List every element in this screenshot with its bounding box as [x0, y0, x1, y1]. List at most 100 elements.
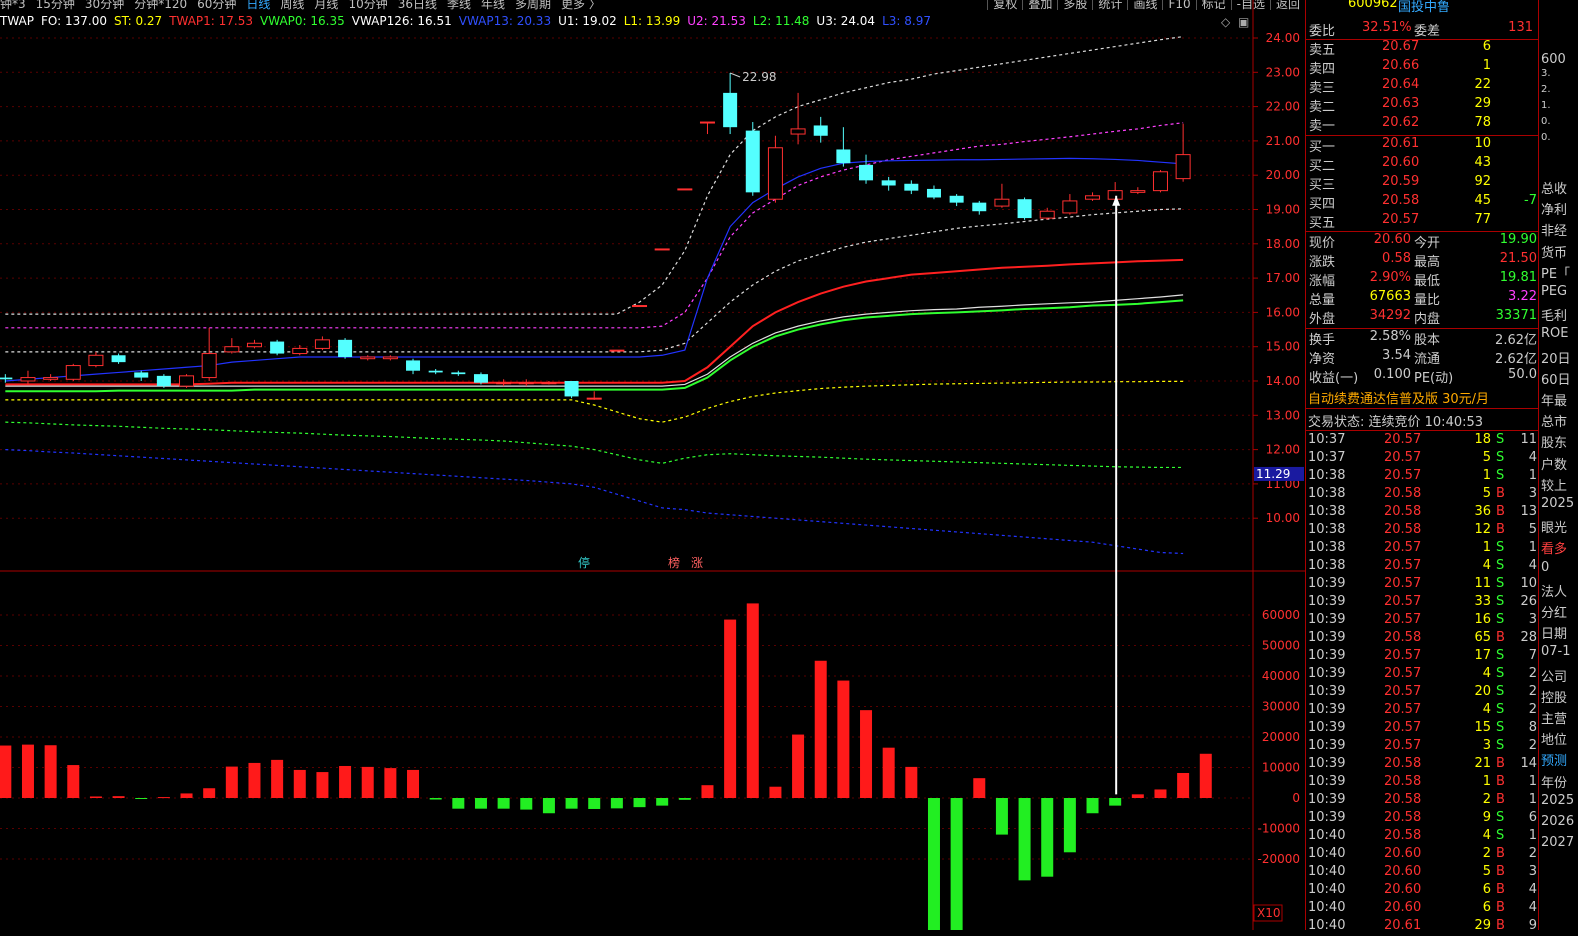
volume-bar[interactable]	[792, 734, 805, 798]
candle[interactable]	[677, 188, 693, 191]
volume-bar[interactable]	[1109, 798, 1122, 806]
tick-row[interactable]: 10:39 20.58 65 B 28	[1306, 630, 1539, 648]
buy-level[interactable]: 买五 20.57 77	[1306, 212, 1539, 231]
tick-row[interactable]: 10:38 20.58 12 B 5	[1306, 522, 1539, 540]
f10-item[interactable]: 主营	[1541, 708, 1567, 727]
volume-bar[interactable]	[1063, 798, 1076, 853]
f10-item[interactable]: 法人	[1541, 581, 1567, 600]
volume-bar[interactable]	[248, 762, 261, 798]
candle[interactable]	[270, 339, 285, 356]
volume-bar[interactable]	[271, 759, 284, 798]
volume-bar[interactable]	[497, 798, 510, 809]
f10-item[interactable]: PEG	[1541, 284, 1567, 299]
volume-bar[interactable]	[724, 619, 737, 798]
candle[interactable]	[699, 121, 715, 135]
tick-row[interactable]: 10:40 20.60 6 B 4	[1306, 882, 1539, 900]
candle[interactable]	[224, 338, 240, 354]
volume-bar[interactable]	[837, 680, 850, 798]
volume-bar[interactable]	[950, 798, 963, 930]
tick-row[interactable]: 10:39 20.57 4 S 2	[1306, 666, 1539, 684]
f10-item[interactable]: 60日	[1541, 369, 1571, 388]
tick-row[interactable]: 10:39 20.58 2 B 1	[1306, 792, 1539, 810]
tick-row[interactable]: 10:39 20.57 11 S 10	[1306, 576, 1539, 594]
candle[interactable]	[360, 355, 376, 361]
volume-bar[interactable]	[927, 798, 940, 930]
f10-item[interactable]: 20日	[1541, 348, 1571, 367]
tick-row[interactable]: 10:40 20.60 2 B 2	[1306, 846, 1539, 864]
f10-item[interactable]: 非经	[1541, 220, 1567, 239]
f10-item[interactable]: 1.	[1541, 100, 1551, 111]
f10-item[interactable]: 控股	[1541, 687, 1567, 706]
candle[interactable]	[790, 92, 806, 145]
tick-row[interactable]: 10:40 20.60 5 B 3	[1306, 864, 1539, 882]
f10-item[interactable]: 较上	[1541, 475, 1567, 494]
f10-item[interactable]: 0.	[1541, 132, 1551, 143]
volume-bar[interactable]	[67, 765, 80, 798]
candle[interactable]	[1062, 194, 1078, 215]
f10-item[interactable]: ROE	[1541, 326, 1568, 341]
volume-bar[interactable]	[21, 744, 34, 798]
volume-bar[interactable]	[157, 797, 170, 799]
volume-bar[interactable]	[588, 798, 601, 809]
tick-row[interactable]: 10:39 20.57 33 S 26	[1306, 594, 1539, 612]
tick-row[interactable]: 10:39 20.58 21 B 14	[1306, 756, 1539, 774]
volume-bar[interactable]	[882, 747, 895, 798]
tick-row[interactable]: 10:38 20.58 36 B 13	[1306, 504, 1539, 522]
candle[interactable]	[518, 379, 534, 387]
volume-bar[interactable]	[1154, 789, 1167, 798]
sell-level[interactable]: 卖一 20.62 78	[1306, 115, 1539, 134]
tick-row[interactable]: 10:40 20.58 4 S 1	[1306, 828, 1539, 846]
candle[interactable]	[609, 349, 625, 352]
candle[interactable]	[88, 351, 104, 368]
volume-bar[interactable]	[746, 603, 759, 798]
candle[interactable]	[1017, 197, 1032, 220]
f10-item[interactable]: 货币	[1541, 242, 1567, 261]
f10-item[interactable]: 2026	[1541, 814, 1574, 829]
tick-row[interactable]: 10:37 20.57 5 S 4	[1306, 450, 1539, 468]
sell-level[interactable]: 卖四 20.66 1	[1306, 58, 1539, 77]
candle[interactable]	[156, 374, 171, 388]
candle[interactable]	[1175, 123, 1191, 182]
f10-item[interactable]: 户数	[1541, 454, 1567, 473]
f10-item[interactable]: 2025	[1541, 496, 1574, 511]
f10-item[interactable]: 公司	[1541, 666, 1567, 685]
tick-row[interactable]: 10:38 20.57 1 S 1	[1306, 540, 1539, 558]
sell-level[interactable]: 卖三 20.64 22	[1306, 77, 1539, 96]
volume-bar[interactable]	[429, 798, 442, 800]
f10-item[interactable]: 年最	[1541, 390, 1567, 409]
candle[interactable]	[632, 305, 648, 308]
f10-item[interactable]: 眼光	[1541, 517, 1567, 536]
volume-bar[interactable]	[656, 798, 669, 806]
candle[interactable]	[1152, 170, 1168, 193]
buy-level[interactable]: 买二 20.60 43	[1306, 155, 1539, 174]
volume-bar[interactable]	[1177, 772, 1190, 798]
tick-row[interactable]: 10:39 20.57 3 S 2	[1306, 738, 1539, 756]
ad-banner[interactable]: 自动续费通达信普及版 30元/月	[1306, 388, 1539, 407]
diamond-icon[interactable]: ◇	[1221, 15, 1231, 29]
candle[interactable]	[926, 185, 941, 200]
candle[interactable]	[1130, 187, 1146, 195]
volume-bar[interactable]	[112, 796, 125, 798]
volume-bar[interactable]	[384, 768, 397, 798]
volume-bar[interactable]	[565, 798, 578, 809]
volume-bar[interactable]	[474, 798, 487, 809]
f10-item[interactable]: 2027	[1541, 835, 1574, 850]
f10-item[interactable]: 2025	[1541, 793, 1574, 808]
volume-bar[interactable]	[180, 793, 193, 798]
volume-bar[interactable]	[316, 772, 329, 798]
sell-level[interactable]: 卖五 20.67 6	[1306, 39, 1539, 58]
f10-item[interactable]: PE「	[1541, 263, 1570, 282]
candle[interactable]	[881, 176, 896, 191]
candle[interactable]	[813, 116, 828, 143]
volume-bar[interactable]	[1086, 798, 1099, 814]
f10-item[interactable]: 总市	[1541, 411, 1567, 430]
volume-bar[interactable]	[203, 788, 216, 798]
candle[interactable]	[859, 154, 874, 184]
volume-bar[interactable]	[633, 798, 646, 808]
f10-item[interactable]: 预测	[1541, 750, 1567, 769]
candle[interactable]	[246, 339, 262, 349]
volume-bar[interactable]	[701, 785, 714, 798]
tick-row[interactable]: 10:40 20.61 29 B 9	[1306, 918, 1539, 936]
volume-bar[interactable]	[769, 786, 782, 798]
f10-item[interactable]: 年份	[1541, 772, 1567, 791]
